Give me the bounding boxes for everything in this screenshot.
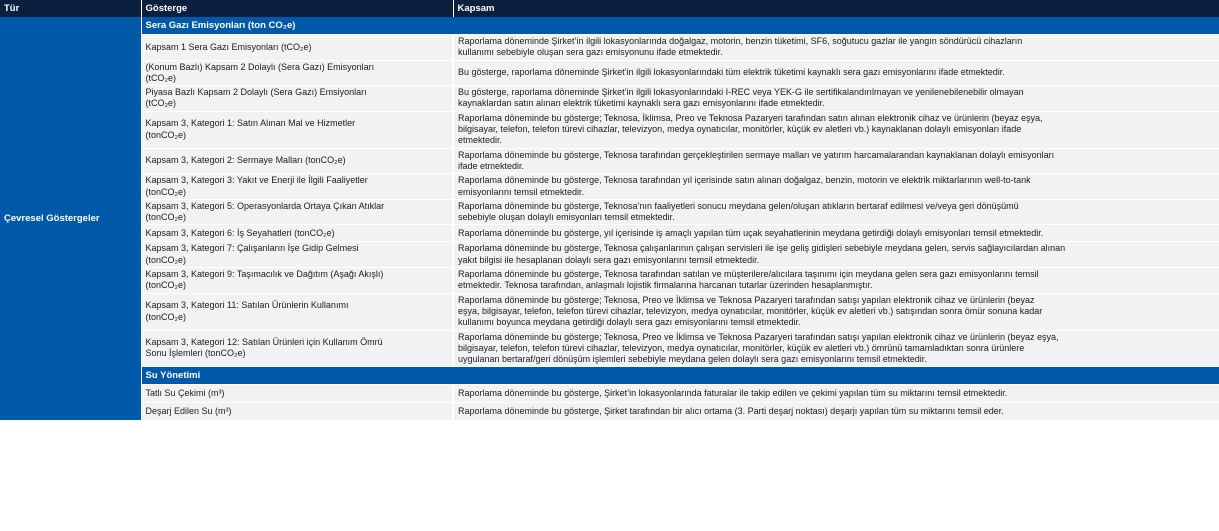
description-cell: Raporlama döneminde bu gösterge, Teknosa… [453,267,1219,294]
indicator-cell: Kapsam 3, Kategori 3: Yakıt ve Enerji il… [141,173,454,200]
section-header-row: Su Yönetimi [0,366,1219,386]
table-row: (Konum Bazlı) Kapsam 2 Dolaylı (Sera Gaz… [0,60,1219,87]
description-cell: Raporlama döneminde bu gösterge, Şirket’… [453,384,1219,404]
description-cell: Raporlama döneminde bu gösterge, Teknosa… [453,148,1219,175]
indicator-cell: Kapsam 3, Kategori 7: Çalışanların İşe G… [141,241,454,269]
indicator-cell: Tatlı Su Çekimi (m³) [141,384,454,404]
section-header-row: Çevresel Göstergeler Sera Gazı Emisyonla… [0,17,1219,422]
indicator-cell: Kapsam 3, Kategori 11: Satılan Ürünlerin… [141,293,454,331]
indicator-cell: Kapsam 3, Kategori 9: Taşımacılık ve Dağ… [141,267,454,294]
table-row: Kapsam 1 Sera Gazı Emisyonları (tCO₂e) Ra… [0,34,1219,61]
table-row: Piyasa Bazlı Kapsam 2 Dolaylı (Sera Gazı… [0,85,1219,112]
table-row: Kapsam 3, Kategori 9: Taşımacılık ve Dağ… [0,267,1219,294]
description-cell: Raporlama döneminde bu gösterge, Teknosa… [453,241,1219,269]
table-body: Çevresel Göstergeler Sera Gazı Emisyonla… [0,17,1219,422]
table-row: Kapsam 3, Kategori 11: Satılan Ürünlerin… [0,293,1219,331]
section-title: Su Yönetimi [141,366,1219,386]
indicator-cell: Kapsam 3, Kategori 1: Satın Alınan Mal v… [141,111,454,149]
table-header-row: Tür Gösterge Kapsam [0,0,1219,17]
indicator-cell: Deşarj Edilen Su (m³) [141,402,454,422]
description-cell: Bu gösterge, raporlama döneminde Şirket’… [453,60,1219,87]
header-gosterge: Gösterge [141,0,454,17]
table-row: Tatlı Su Çekimi (m³) Raporlama döneminde … [0,384,1219,404]
indicators-table: Tür Gösterge Kapsam Çevresel Göstergeler… [0,0,1219,422]
description-cell: Raporlama döneminde bu gösterge, Teknosa… [453,173,1219,200]
description-cell: Bu gösterge, raporlama döneminde Şirket’… [453,85,1219,112]
indicator-cell: Kapsam 3, Kategori 6: İş Seyahatleri (to… [141,224,454,243]
table-row: Kapsam 3, Kategori 6: İş Seyahatleri (to… [0,224,1219,243]
description-cell: Raporlama döneminde bu gösterge; Teknosa… [453,293,1219,331]
indicator-cell: Kapsam 1 Sera Gazı Emisyonları (tCO₂e) [141,34,454,61]
table-row: Kapsam 3, Kategori 5: Operasyonlarda Ort… [0,199,1219,226]
header-kapsam: Kapsam [453,0,1219,17]
indicator-cell: Piyasa Bazlı Kapsam 2 Dolaylı (Sera Gazı… [141,85,454,112]
table-row: Kapsam 3, Kategori 12: Satılan Ürünleri … [0,330,1219,368]
category-cell: Çevresel Göstergeler [0,17,142,422]
table-row: Deşarj Edilen Su (m³) Raporlama döneminde… [0,402,1219,422]
description-cell: Raporlama döneminde bu gösterge, Şirket … [453,402,1219,422]
indicator-cell: Kapsam 3, Kategori 5: Operasyonlarda Ort… [141,199,454,226]
indicator-cell: Kapsam 3, Kategori 12: Satılan Ürünleri … [141,330,454,368]
description-cell: Raporlama döneminde bu gösterge, yıl içe… [453,224,1219,243]
header-tur: Tür [0,0,142,17]
description-cell: Raporlama döneminde Şirket’in ilgili lok… [453,34,1219,61]
indicator-cell: Kapsam 3, Kategori 2: Sermaye Malları (t… [141,148,454,175]
description-cell: Raporlama döneminde bu gösterge; Teknosa… [453,111,1219,149]
section-title: Sera Gazı Emisyonları (ton CO₂e) [141,17,1219,35]
description-cell: Raporlama döneminde bu gösterge, Teknosa… [453,199,1219,226]
table-row: Kapsam 3, Kategori 2: Sermaye Malları (t… [0,148,1219,175]
table-row: Kapsam 3, Kategori 7: Çalışanların İşe G… [0,241,1219,269]
table-row: Kapsam 3, Kategori 1: Satın Alınan Mal v… [0,111,1219,149]
table-row: Kapsam 3, Kategori 3: Yakıt ve Enerji il… [0,173,1219,200]
indicator-cell: (Konum Bazlı) Kapsam 2 Dolaylı (Sera Gaz… [141,60,454,87]
description-cell: Raporlama döneminde bu gösterge; Teknosa… [453,330,1219,368]
